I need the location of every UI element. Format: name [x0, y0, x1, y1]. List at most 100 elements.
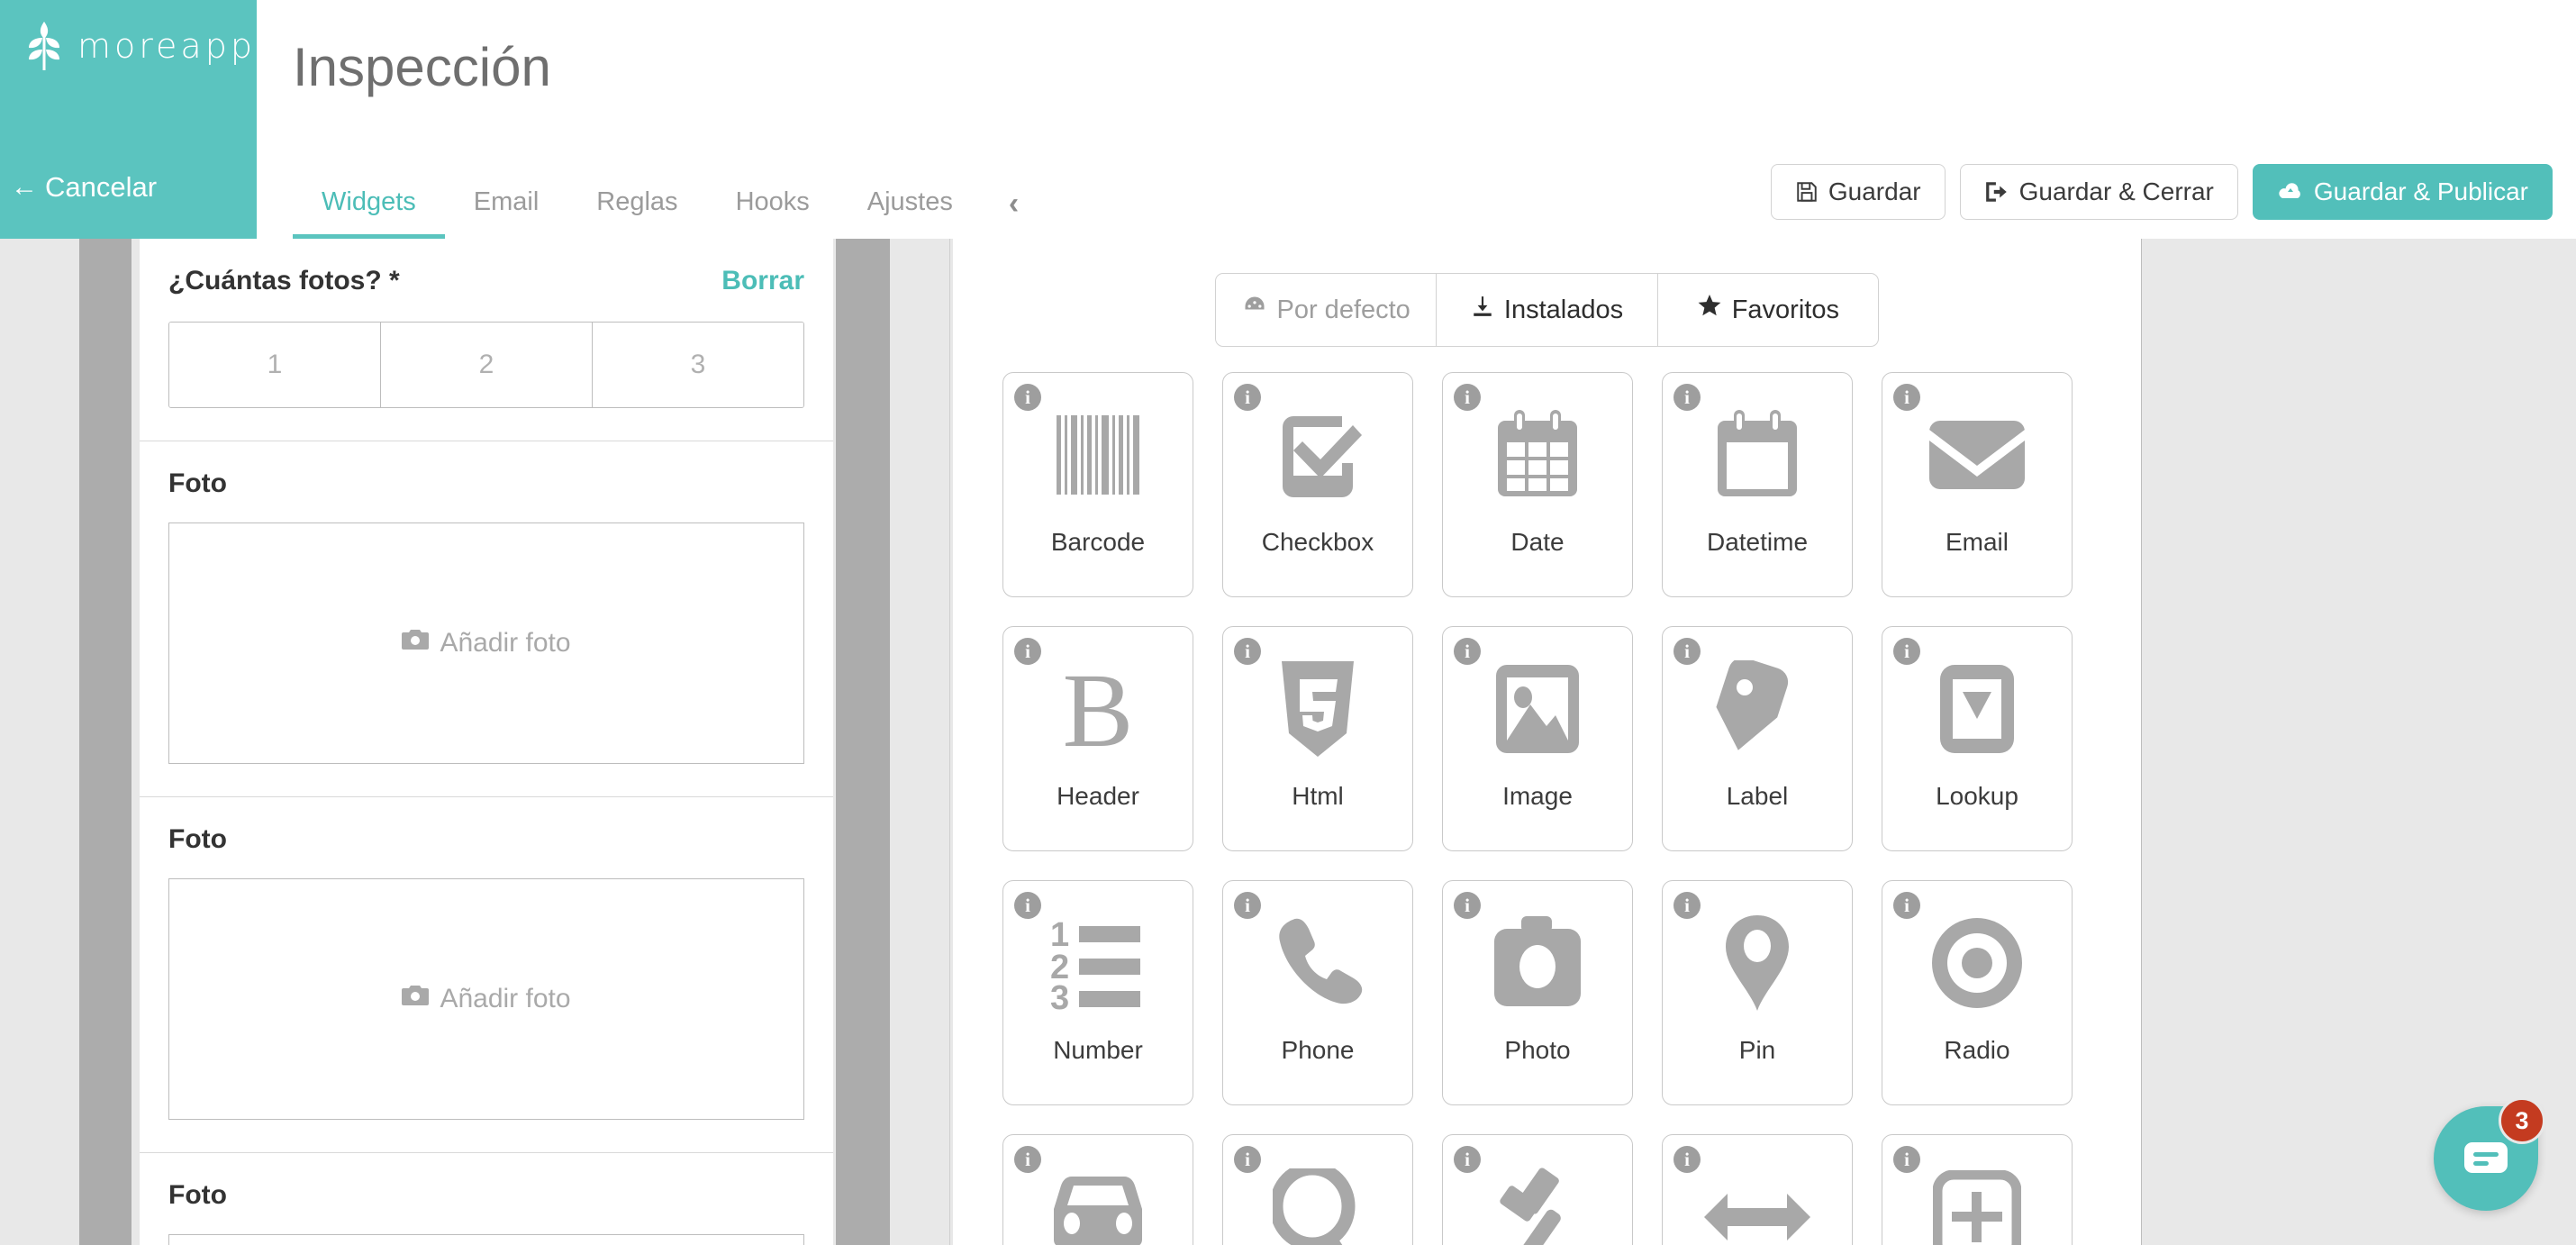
widget-card-search[interactable]: i Search	[1222, 1134, 1413, 1245]
info-icon[interactable]: i	[1673, 1146, 1701, 1173]
tab-reglas[interactable]: Reglas	[567, 187, 706, 239]
cloud-upload-icon	[2277, 181, 2304, 203]
radio-option-3[interactable]: 3	[593, 323, 803, 407]
info-icon[interactable]: i	[1234, 638, 1261, 665]
chat-unread-badge: 3	[2499, 1097, 2545, 1144]
widget-card-slider[interactable]: i Slider	[1662, 1134, 1853, 1245]
widget-label: Phone	[1281, 1036, 1355, 1064]
info-icon[interactable]: i	[1673, 384, 1701, 411]
info-icon[interactable]: i	[1454, 384, 1481, 411]
cancel-label: Cancelar	[45, 171, 158, 203]
chat-launcher[interactable]: 3	[2434, 1097, 2545, 1211]
widget-card-checkbox[interactable]: i Checkbox	[1222, 372, 1413, 597]
tab-widgets[interactable]: Widgets	[293, 187, 445, 239]
widget-card-pin[interactable]: i Pin	[1662, 880, 1853, 1105]
widget-card-datetime[interactable]: i Datetime	[1662, 372, 1853, 597]
add-photo-dropzone[interactable]: Añadir foto	[168, 878, 804, 1120]
save-button-label: Guardar	[1828, 177, 1921, 205]
logo-text: moreapp	[77, 26, 256, 66]
filter-tab-instalados[interactable]: Instalados	[1437, 274, 1658, 346]
info-icon[interactable]: i	[1454, 1146, 1481, 1173]
form-scrollbar-thumb[interactable]	[836, 239, 890, 1245]
widget-card-lookup[interactable]: i Lookup	[1882, 626, 2073, 851]
chevron-left-icon[interactable]: ‹	[982, 188, 1046, 239]
save-button[interactable]: Guardar	[1770, 164, 1946, 220]
widget-label: Label	[1726, 782, 1789, 810]
widget-card-label[interactable]: i Label	[1662, 626, 1853, 851]
widget-card-image[interactable]: i Image	[1442, 626, 1633, 851]
info-icon[interactable]: i	[1234, 384, 1261, 411]
info-icon[interactable]: i	[1014, 892, 1041, 919]
tab-hooks[interactable]: Hooks	[707, 187, 839, 239]
tab-reglas-label: Reglas	[596, 187, 678, 216]
widget-label: Datetime	[1706, 528, 1809, 556]
filter-tab-por-defecto[interactable]: Por defecto	[1216, 274, 1438, 346]
form-field-card[interactable]: Foto Añadir foto	[140, 797, 833, 1153]
tab-hooks-label: Hooks	[735, 187, 810, 216]
add-photo-dropzone[interactable]: Añadir foto	[168, 523, 804, 764]
info-icon[interactable]: i	[1014, 1146, 1041, 1173]
save-and-publish-button[interactable]: Guardar & Publicar	[2252, 164, 2553, 220]
widget-card-photo[interactable]: i Photo	[1442, 880, 1633, 1105]
widget-label: Email	[1945, 528, 2009, 556]
info-icon[interactable]: i	[1673, 638, 1701, 665]
widget-card-phone[interactable]: i Phone	[1222, 880, 1413, 1105]
save-and-publish-label: Guardar & Publicar	[2313, 177, 2528, 205]
widget-card-date[interactable]: i Date	[1442, 372, 1633, 597]
form-field-header: ¿Cuántas fotos? * Borrar	[168, 266, 804, 296]
add-photo-dropzone[interactable]: Añadir foto	[168, 1234, 804, 1245]
add-photo-label: Añadir foto	[440, 628, 571, 658]
widget-card-rdw[interactable]: i RDW	[1002, 1134, 1193, 1245]
cancel-button[interactable]: ← Cancelar	[11, 171, 157, 204]
info-icon[interactable]: i	[1014, 638, 1041, 665]
widget-card-header[interactable]: i B Header	[1002, 626, 1193, 851]
info-icon[interactable]: i	[1234, 1146, 1261, 1173]
tab-ajustes[interactable]: Ajustes	[839, 187, 982, 239]
widget-card-subform[interactable]: i Subform	[1882, 1134, 2073, 1245]
save-floppy-icon	[1795, 180, 1819, 204]
form-preview-panel: ¿Cuántas fotos? * Borrar 1 2 3 Foto Añad…	[140, 239, 833, 1245]
right-empty-area	[2143, 239, 2576, 1245]
widget-card-signature[interactable]: i Signature	[1442, 1134, 1633, 1245]
tab-email-label: Email	[473, 187, 540, 216]
widget-grid: i Barcode i Checkbox i Date i Datetime i…	[1002, 372, 2110, 1245]
info-icon[interactable]: i	[1014, 384, 1041, 411]
widget-card-html[interactable]: i Html	[1222, 626, 1413, 851]
info-icon[interactable]: i	[1893, 892, 1920, 919]
widget-card-number[interactable]: i 123 Number	[1002, 880, 1193, 1105]
add-photo-label: Añadir foto	[440, 984, 571, 1013]
form-field-header: Foto	[168, 824, 804, 855]
info-icon[interactable]: i	[1673, 892, 1701, 919]
filter-tab-favoritos[interactable]: Favoritos	[1658, 274, 1878, 346]
form-field-card[interactable]: Foto Añadir foto	[140, 441, 833, 797]
clear-button[interactable]: Borrar	[721, 266, 804, 296]
info-icon[interactable]: i	[1234, 892, 1261, 919]
widget-card-radio[interactable]: i Radio	[1882, 880, 2073, 1105]
save-and-close-label: Guardar & Cerrar	[2018, 177, 2214, 205]
radio-option-2[interactable]: 2	[381, 323, 593, 407]
form-field-card[interactable]: ¿Cuántas fotos? * Borrar 1 2 3	[140, 239, 833, 441]
widget-label: Radio	[1944, 1036, 2010, 1064]
widget-label: Html	[1292, 782, 1344, 810]
form-field-card[interactable]: Foto Añadir foto	[140, 1153, 833, 1245]
widget-card-barcode[interactable]: i Barcode	[1002, 372, 1193, 597]
camera-icon	[402, 628, 430, 659]
save-and-close-button[interactable]: Guardar & Cerrar	[1959, 164, 2238, 220]
info-icon[interactable]: i	[1893, 638, 1920, 665]
svg-text:3: 3	[1050, 979, 1069, 1011]
info-icon[interactable]: i	[1454, 892, 1481, 919]
info-icon[interactable]: i	[1893, 1146, 1920, 1173]
info-icon[interactable]: i	[1454, 638, 1481, 665]
left-scrollbar-track[interactable]	[0, 239, 135, 1245]
widget-label: Header	[1057, 782, 1139, 810]
tab-widgets-label: Widgets	[322, 187, 416, 216]
left-scrollbar-thumb[interactable]	[79, 239, 132, 1245]
info-icon[interactable]: i	[1893, 384, 1920, 411]
tab-email[interactable]: Email	[445, 187, 568, 239]
field-label: ¿Cuántas fotos? *	[168, 266, 400, 295]
widget-card-email[interactable]: i Email	[1882, 372, 2073, 597]
field-label: Foto	[168, 1180, 227, 1210]
radio-option-1[interactable]: 1	[169, 323, 381, 407]
widget-label: Photo	[1504, 1036, 1571, 1064]
brand-panel: moreapp ← Cancelar	[0, 0, 257, 239]
